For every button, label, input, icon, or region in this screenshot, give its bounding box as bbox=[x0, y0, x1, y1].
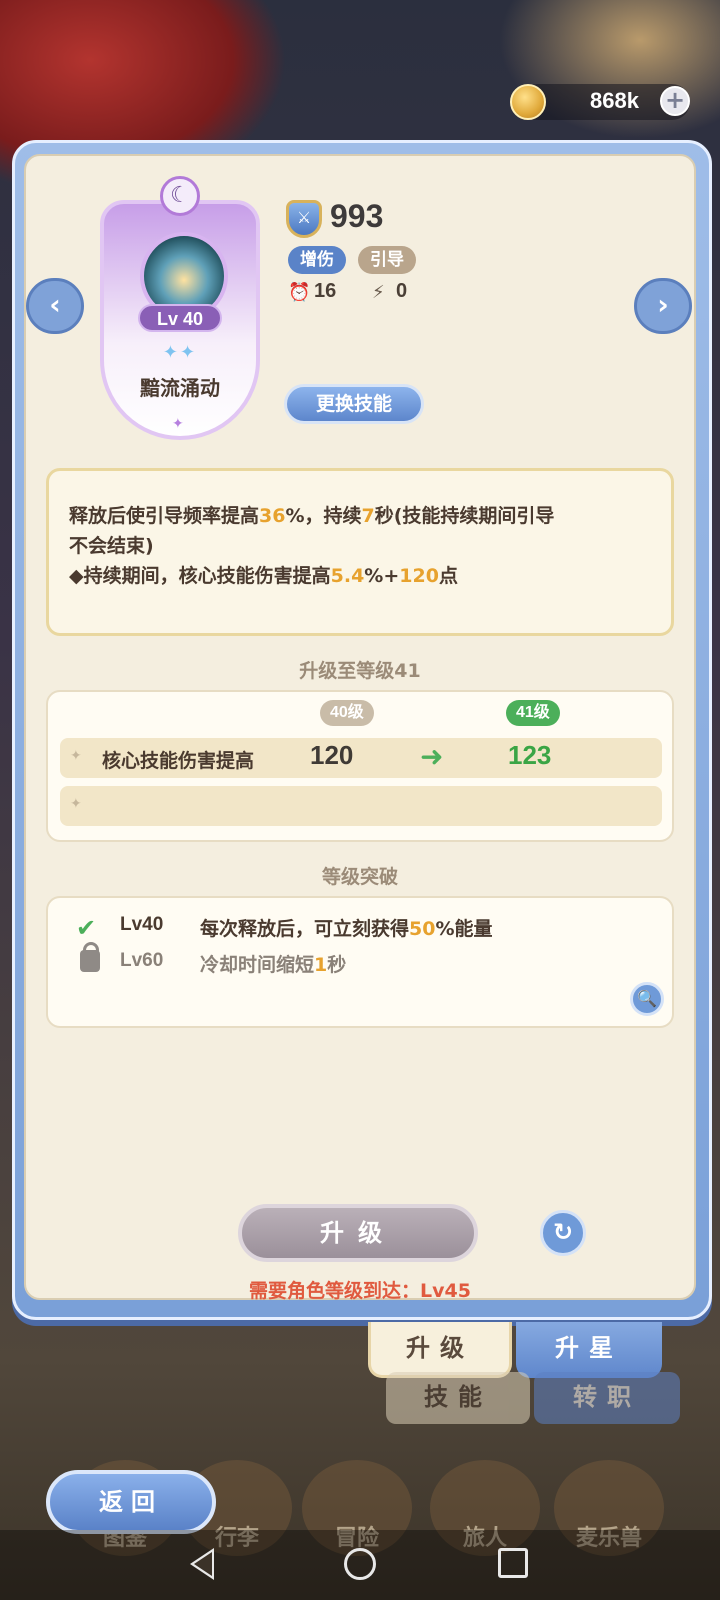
breakthrough-level: Lv60 bbox=[120, 950, 164, 971]
cooldown-clock-icon: ⏰ bbox=[288, 282, 311, 303]
system-home-icon[interactable] bbox=[344, 1548, 376, 1580]
stat-name: 核心技能伤害提高 bbox=[102, 750, 255, 772]
description-line-3: ◆持续期间，核心技能伤害提高5.4%+120点 bbox=[69, 565, 458, 587]
current-level-chip: 40级 bbox=[320, 700, 374, 726]
refresh-icon[interactable]: ↻ bbox=[540, 1210, 586, 1256]
breakthrough-section-title: 等级突破 bbox=[321, 866, 398, 888]
system-recent-apps-icon[interactable] bbox=[498, 1548, 528, 1578]
skill-name: 黯流涌动 bbox=[140, 376, 220, 400]
tag-channel: 引导 bbox=[358, 246, 416, 274]
tag-damage-boost: 增伤 bbox=[288, 246, 346, 274]
zoom-in-icon[interactable]: 🔍 bbox=[630, 982, 664, 1016]
bullet-icon: ✦ bbox=[70, 796, 82, 812]
next-skill-button[interactable]: › bbox=[634, 278, 692, 334]
gem-icon: ✦ bbox=[172, 416, 184, 432]
level-requirement: 需要角色等级到达：Lv45 bbox=[249, 1280, 471, 1302]
upgrade-button[interactable]: 升级 bbox=[238, 1204, 478, 1262]
change-skill-button[interactable]: 更换技能 bbox=[284, 384, 424, 424]
breakthrough-level: Lv40 bbox=[120, 914, 164, 935]
description-line-2: 不会结束) bbox=[69, 535, 154, 557]
cooldown-value: 16 bbox=[314, 280, 337, 302]
breakthrough-effect: 冷却时间缩短1秒 bbox=[200, 954, 347, 976]
gold-coin-icon bbox=[510, 84, 546, 120]
back-button[interactable]: 返回 bbox=[46, 1470, 216, 1534]
stat-current-value: 120 bbox=[310, 740, 354, 770]
star-rating-icon: ✦✦ bbox=[162, 342, 198, 363]
breakthrough-effect: 每次释放后，可立刻获得50%能量 bbox=[200, 918, 493, 940]
stat-row-empty: ✦ bbox=[60, 786, 662, 826]
tab-upgrade[interactable]: 升级 bbox=[368, 1322, 512, 1378]
currency-value: 868k bbox=[590, 88, 639, 113]
add-currency-button[interactable]: + bbox=[660, 86, 690, 116]
skill-level-badge: Lv 40 bbox=[138, 304, 222, 332]
lock-icon bbox=[80, 942, 100, 972]
bullet-icon: ✦ bbox=[70, 748, 82, 764]
upgrade-section-title: 升级至等级41 bbox=[299, 660, 421, 682]
skill-power: 993 bbox=[330, 198, 384, 234]
next-level-chip: 41级 bbox=[506, 700, 560, 726]
stat-next-value: 123 bbox=[508, 740, 552, 770]
arrow-right-icon: ➜ bbox=[420, 740, 444, 773]
skill-description: 释放后使引导频率提高36%，持续7秒(技能持续期间引导 不会结束) ◆持续期间，… bbox=[46, 468, 674, 636]
energy-bolt-icon: ⚡ bbox=[372, 282, 385, 303]
tab-star-up[interactable]: 升星 bbox=[516, 1322, 662, 1378]
check-icon: ✔ bbox=[76, 914, 97, 942]
tab-skill[interactable]: 技能 bbox=[386, 1372, 530, 1424]
power-shield-icon: ⚔ bbox=[286, 200, 322, 238]
moon-element-icon: ☾ bbox=[160, 176, 200, 216]
previous-skill-button[interactable]: ‹ bbox=[26, 278, 84, 334]
energy-value: 0 bbox=[396, 280, 408, 302]
tab-job-change[interactable]: 转职 bbox=[534, 1372, 680, 1424]
description-line-1: 释放后使引导频率提高36%，持续7秒(技能持续期间引导 bbox=[69, 505, 555, 527]
system-back-icon[interactable] bbox=[190, 1548, 214, 1580]
